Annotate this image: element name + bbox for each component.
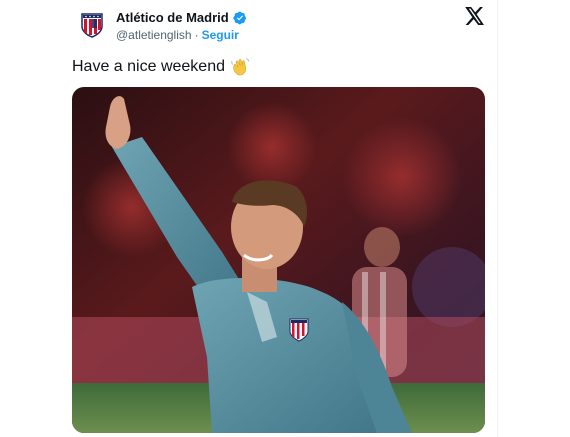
separator-dot: · — [194, 28, 199, 42]
x-logo-icon[interactable] — [465, 7, 485, 25]
author-name[interactable]: Atlético de Madrid — [116, 9, 229, 27]
player-waving-photo — [72, 87, 485, 433]
handle-row: @atletienglish · Seguir — [116, 27, 239, 43]
author-handle[interactable]: @atletienglish — [116, 27, 192, 43]
verified-badge-icon — [233, 11, 246, 25]
x-logo-glyph — [465, 7, 484, 25]
club-crest-icon — [81, 13, 103, 38]
waving-hand-emoji-icon — [231, 58, 250, 76]
card-border — [497, 0, 498, 437]
author-name-row: Atlético de Madrid — [116, 9, 247, 27]
follow-button[interactable]: Seguir — [202, 27, 239, 43]
tweet-text: Have a nice weekend — [72, 58, 225, 75]
tweet-media-photo[interactable] — [72, 87, 485, 433]
avatar[interactable] — [78, 10, 106, 38]
tweet-text-row: Have a nice weekend — [72, 57, 250, 77]
